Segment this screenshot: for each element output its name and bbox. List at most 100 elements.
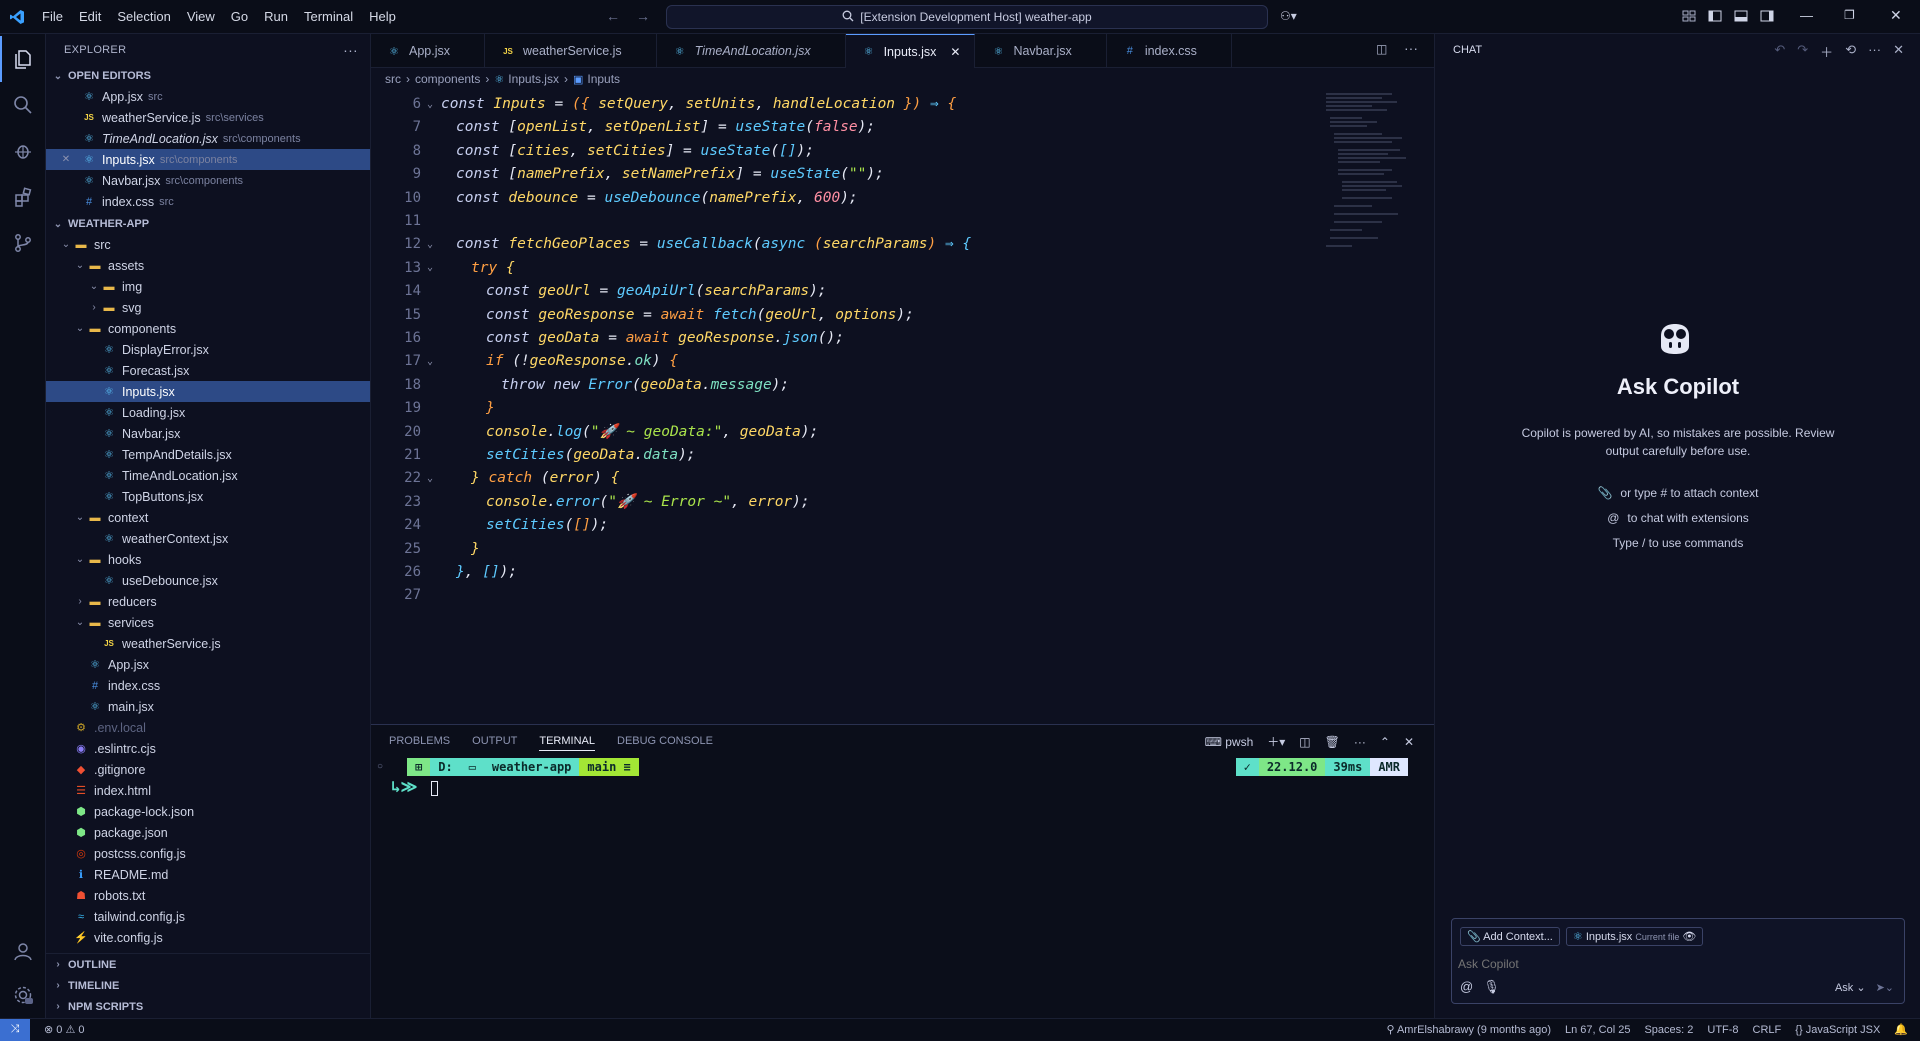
send-icon[interactable]: ➤⌄ — [1876, 981, 1894, 994]
split-terminal-icon[interactable]: ◫ — [1299, 735, 1310, 749]
source-control-icon[interactable] — [0, 220, 46, 266]
file-item[interactable]: ⚛ DisplayError.jsx — [46, 339, 370, 360]
file-item[interactable]: ⚙ .env.local — [46, 717, 370, 738]
restore-window-icon[interactable]: ❐ — [1844, 8, 1855, 22]
terminal-shell-selector[interactable]: ⌨ pwsh — [1205, 735, 1254, 749]
folder-item[interactable]: › ▬ reducers — [46, 591, 370, 612]
nav-forward-icon[interactable]: → — [636, 8, 650, 24]
more-actions-icon[interactable]: ··· — [1354, 735, 1366, 749]
toggle-secondary-sidebar-icon[interactable] — [1760, 10, 1774, 25]
file-item[interactable]: ⬢ package.json — [46, 822, 370, 843]
file-item[interactable]: # index.css — [46, 675, 370, 696]
fold-chevron-icon[interactable]: ⌄ — [427, 99, 441, 110]
folder-item[interactable]: ⌄ ▬ context — [46, 507, 370, 528]
folder-item[interactable]: ⌄ ▬ assets — [46, 255, 370, 276]
menu-view[interactable]: View — [179, 9, 223, 24]
file-item[interactable]: ⬢ package-lock.json — [46, 801, 370, 822]
more-actions-icon[interactable]: ··· — [343, 42, 358, 58]
encoding[interactable]: UTF-8 — [1707, 1024, 1738, 1036]
file-item[interactable]: ⚛ useDebounce.jsx — [46, 570, 370, 591]
accounts-icon[interactable] — [0, 928, 46, 974]
file-item[interactable]: ☰ index.html — [46, 780, 370, 801]
remote-icon[interactable]: ⤨ — [0, 1018, 30, 1041]
open-editors-header[interactable]: ⌄ OPEN EDITORS — [46, 66, 370, 86]
undo-icon[interactable]: ↶ — [1774, 42, 1785, 61]
search-icon[interactable] — [0, 82, 46, 128]
menu-help[interactable]: Help — [361, 9, 404, 24]
menu-selection[interactable]: Selection — [109, 9, 178, 24]
tab-debug-console[interactable]: DEBUG CONSOLE — [617, 735, 713, 751]
folder-item[interactable]: › ▬ svg — [46, 297, 370, 318]
git-blame-status[interactable]: ⚲ AmrElshabrawy (9 months ago) — [1386, 1023, 1551, 1036]
outline-section[interactable]: › OUTLINE — [46, 954, 370, 975]
debug-icon[interactable] — [0, 128, 46, 174]
mode-dropdown[interactable]: Ask ⌄ — [1835, 981, 1866, 994]
open-editor-item[interactable]: ✕ ⚛ Inputs.jsx src\components — [46, 149, 370, 170]
explorer-icon[interactable] — [0, 36, 46, 82]
menu-edit[interactable]: Edit — [71, 9, 109, 24]
open-editor-item[interactable]: ⚛ TimeAndLocation.jsx src\components — [46, 128, 370, 149]
copilot-icon[interactable]: ⚇▾ — [1280, 9, 1297, 23]
breadcrumb-item[interactable]: components — [415, 72, 480, 86]
redo-icon[interactable]: ↷ — [1797, 42, 1808, 61]
project-header[interactable]: ⌄ WEATHER-APP — [46, 214, 370, 234]
tab-terminal[interactable]: TERMINAL — [539, 735, 595, 751]
breadcrumb-item[interactable]: Inputs — [587, 72, 620, 86]
file-item[interactable]: ◉ .eslintrc.cjs — [46, 738, 370, 759]
close-tab-icon[interactable]: ✕ — [950, 45, 960, 59]
editor-tab[interactable]: ⚛ App.jsx — [371, 34, 485, 68]
minimap[interactable] — [1322, 90, 1422, 290]
folder-item[interactable]: ⌄ ▬ services — [46, 612, 370, 633]
manage-gear-icon[interactable] — [0, 972, 46, 1018]
add-context-button[interactable]: 📎 Add Context... — [1460, 927, 1560, 946]
menu-file[interactable]: File — [34, 9, 71, 24]
history-icon[interactable]: ⟲ — [1845, 42, 1856, 61]
more-actions-icon[interactable]: ··· — [1868, 42, 1881, 61]
file-item[interactable]: ⚛ TempAndDetails.jsx — [46, 444, 370, 465]
tab-output[interactable]: OUTPUT — [472, 735, 517, 751]
current-file-chip[interactable]: ⚛ Inputs.jsx Current file 👁 — [1565, 927, 1704, 946]
minimize-window-icon[interactable]: — — [1800, 8, 1813, 23]
menu-go[interactable]: Go — [223, 9, 256, 24]
bell-icon[interactable]: 🔔 — [1894, 1023, 1908, 1036]
editor-tab[interactable]: # index.css — [1107, 34, 1232, 68]
file-item[interactable]: ⚛ App.jsx — [46, 654, 370, 675]
code-editor[interactable]: 6 ⌄ const Inputs = ({ setQuery, setUnits, … — [371, 90, 1434, 724]
open-editor-item[interactable]: ⚛ Navbar.jsx src\components — [46, 170, 370, 191]
close-window-icon[interactable]: ✕ — [1890, 7, 1902, 24]
fold-chevron-icon[interactable]: ⌄ — [427, 239, 441, 250]
open-editor-item[interactable]: # index.css src — [46, 191, 370, 212]
file-item[interactable]: ℹ README.md — [46, 864, 370, 885]
indentation[interactable]: Spaces: 2 — [1644, 1024, 1693, 1036]
command-center-search[interactable]: [Extension Development Host] weather-app — [666, 5, 1268, 29]
file-item[interactable]: JS weatherService.js — [46, 633, 370, 654]
nav-back-icon[interactable]: ← — [606, 8, 620, 24]
file-item[interactable]: ⚛ main.jsx — [46, 696, 370, 717]
cursor-position[interactable]: Ln 67, Col 25 — [1565, 1024, 1630, 1036]
open-editor-item[interactable]: ⚛ App.jsx src — [46, 86, 370, 107]
editor-tab[interactable]: ⚛ Navbar.jsx — [975, 34, 1107, 68]
trash-icon[interactable]: 🗑 — [1325, 735, 1340, 749]
npm-scripts-section[interactable]: › NPM SCRIPTS — [46, 996, 370, 1017]
editor-tab[interactable]: ⚛ TimeAndLocation.jsx — [657, 34, 846, 68]
extensions-icon[interactable] — [0, 174, 46, 220]
editor-tab[interactable]: ⚛ Inputs.jsx ✕ — [845, 34, 976, 68]
menu-terminal[interactable]: Terminal — [296, 9, 361, 24]
split-editor-icon[interactable]: ◫ — [1376, 42, 1387, 56]
breadcrumb-item[interactable]: Inputs.jsx — [508, 72, 559, 86]
file-item[interactable]: ⚛ Inputs.jsx — [46, 381, 370, 402]
open-editor-item[interactable]: JS weatherService.js src\services — [46, 107, 370, 128]
terminal-cursor[interactable] — [431, 781, 438, 796]
folder-item[interactable]: ⌄ ▬ hooks — [46, 549, 370, 570]
file-item[interactable]: ⚛ TimeAndLocation.jsx — [46, 465, 370, 486]
file-item[interactable]: ⚛ weatherContext.jsx — [46, 528, 370, 549]
file-item[interactable]: ◎ postcss.config.js — [46, 843, 370, 864]
at-icon[interactable]: @ — [1460, 979, 1473, 995]
file-item[interactable]: ☗ robots.txt — [46, 885, 370, 906]
layout-customize-icon[interactable] — [1682, 10, 1696, 25]
folder-item[interactable]: ⌄ ▬ src — [46, 234, 370, 255]
breadcrumb-item[interactable]: src — [385, 72, 401, 86]
language-mode[interactable]: {} JavaScript JSX — [1795, 1024, 1880, 1036]
folder-item[interactable]: ⌄ ▬ components — [46, 318, 370, 339]
file-item[interactable]: ◆ .gitignore — [46, 759, 370, 780]
